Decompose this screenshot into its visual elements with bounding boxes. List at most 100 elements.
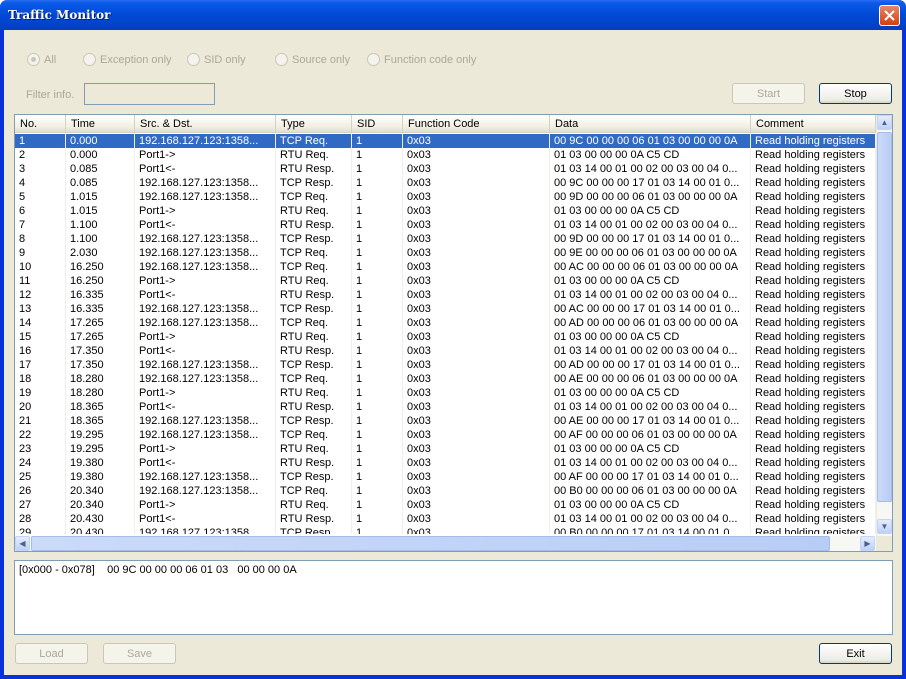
cell-comment: Read holding registers — [751, 358, 876, 372]
cell-data: 01 03 00 00 00 0A C5 CD — [550, 330, 751, 344]
vertical-scroll-thumb[interactable] — [877, 132, 892, 502]
cell-comment: Read holding registers — [751, 498, 876, 512]
cell-time: 0.085 — [66, 176, 135, 190]
cell-comment: Read holding registers — [751, 428, 876, 442]
column-header-function-code[interactable]: Function Code — [403, 115, 550, 133]
table-row[interactable]: 3 0.085 Port1<- RTU Resp. 1 0x03 01 03 14 00 0… — [15, 162, 876, 176]
cell-comment: Read holding registers — [751, 260, 876, 274]
vertical-scrollbar[interactable]: ▲ ▼ — [876, 115, 892, 536]
radio-sid-only[interactable]: SID only — [187, 53, 246, 66]
table-row[interactable]: 10 16.250 192.168.127.123:1358... TCP Req. 1… — [15, 260, 876, 274]
cell-sid: 1 — [352, 470, 403, 484]
column-header-sid[interactable]: SID — [352, 115, 403, 133]
table-row[interactable]: 29 20.430 192.168.127.123:1358... TCP Resp.… — [15, 526, 876, 534]
table-row[interactable]: 26 20.340 192.168.127.123:1358... TCP Req. 1… — [15, 484, 876, 498]
cell-type: RTU Resp. — [276, 288, 352, 302]
table-row[interactable]: 2 0.000 Port1-> RTU Req. 1 0x03 01 03 00 00 00… — [15, 148, 876, 162]
table-row[interactable]: 12 16.335 Port1<- RTU Resp. 1 0x03 01 03 14 00… — [15, 288, 876, 302]
cell-type: RTU Resp. — [276, 218, 352, 232]
cell-function-code: 0x03 — [403, 302, 550, 316]
table-row[interactable]: 7 1.100 Port1<- RTU Resp. 1 0x03 01 03 14 00 0… — [15, 218, 876, 232]
cell-function-code: 0x03 — [403, 456, 550, 470]
table-row[interactable]: 18 18.280 192.168.127.123:1358... TCP Req. 1… — [15, 372, 876, 386]
table-row[interactable]: 5 1.015 192.168.127.123:1358... TCP Req. 1 0x… — [15, 190, 876, 204]
scroll-up-button[interactable]: ▲ — [877, 115, 892, 130]
table-row[interactable]: 23 19.295 Port1-> RTU Req. 1 0x03 01 03 00 00 … — [15, 442, 876, 456]
radio-label: Function code only — [384, 53, 477, 66]
table-row[interactable]: 21 18.365 192.168.127.123:1358... TCP Resp.… — [15, 414, 876, 428]
horizontal-scrollbar[interactable]: ◀ ▶ — [15, 536, 876, 551]
radio-source-only[interactable]: Source only — [275, 53, 350, 66]
table-row[interactable]: 15 17.265 Port1-> RTU Req. 1 0x03 01 03 00 00 … — [15, 330, 876, 344]
cell-type: RTU Resp. — [276, 456, 352, 470]
radio-exception-only[interactable]: Exception only — [83, 53, 172, 66]
cell-function-code: 0x03 — [403, 134, 550, 148]
cell-sid: 1 — [352, 442, 403, 456]
table-row[interactable]: 24 19.380 Port1<- RTU Resp. 1 0x03 01 03 14 00… — [15, 456, 876, 470]
table-row[interactable]: 20 18.365 Port1<- RTU Resp. 1 0x03 01 03 14 00… — [15, 400, 876, 414]
column-header-no[interactable]: No. — [15, 115, 66, 133]
cell-data: 01 03 00 00 00 0A C5 CD — [550, 386, 751, 400]
close-button[interactable] — [879, 5, 900, 26]
table-row[interactable]: 27 20.340 Port1-> RTU Req. 1 0x03 01 03 00 00 … — [15, 498, 876, 512]
table-body: 1 0.000 192.168.127.123:1358... TCP Req. 1 0x… — [15, 134, 876, 534]
horizontal-scroll-thumb[interactable] — [31, 536, 830, 551]
cell-type: RTU Req. — [276, 274, 352, 288]
cell-time: 17.265 — [66, 316, 135, 330]
stop-button[interactable]: Stop — [819, 83, 892, 104]
table-row[interactable]: 14 17.265 192.168.127.123:1358... TCP Req. 1… — [15, 316, 876, 330]
scroll-right-button[interactable]: ▶ — [860, 536, 875, 551]
cell-time: 1.100 — [66, 232, 135, 246]
cell-no: 19 — [15, 386, 66, 400]
column-header-type[interactable]: Type — [276, 115, 352, 133]
cell-data: 00 9C 00 00 00 06 01 03 00 00 00 0A — [550, 134, 751, 148]
title-bar[interactable]: Traffic Monitor — [0, 0, 906, 30]
table-row[interactable]: 1 0.000 192.168.127.123:1358... TCP Req. 1 0x… — [15, 134, 876, 148]
cell-no: 28 — [15, 512, 66, 526]
cell-no: 12 — [15, 288, 66, 302]
table-row[interactable]: 13 16.335 192.168.127.123:1358... TCP Resp.… — [15, 302, 876, 316]
table-row[interactable]: 4 0.085 192.168.127.123:1358... TCP Resp. 1 0… — [15, 176, 876, 190]
table-row[interactable]: 22 19.295 192.168.127.123:1358... TCP Req. 1… — [15, 428, 876, 442]
cell-type: RTU Req. — [276, 386, 352, 400]
cell-type: TCP Resp. — [276, 414, 352, 428]
cell-no: 24 — [15, 456, 66, 470]
cell-data: 00 9E 00 00 00 06 01 03 00 00 00 0A — [550, 246, 751, 260]
radio-function-code-only[interactable]: Function code only — [367, 53, 476, 66]
table-row[interactable]: 19 18.280 Port1-> RTU Req. 1 0x03 01 03 00 00 … — [15, 386, 876, 400]
table-row[interactable]: 8 1.100 192.168.127.123:1358... TCP Resp. 1 0… — [15, 232, 876, 246]
table-row[interactable]: 11 16.250 Port1-> RTU Req. 1 0x03 01 03 00 00 … — [15, 274, 876, 288]
table-row[interactable]: 25 19.380 192.168.127.123:1358... TCP Resp.… — [15, 470, 876, 484]
radio-all[interactable]: All — [27, 53, 56, 66]
column-header-src-dst[interactable]: Src. & Dst. — [135, 115, 276, 133]
exit-button[interactable]: Exit — [819, 643, 892, 664]
scroll-down-button[interactable]: ▼ — [877, 519, 892, 534]
table-row[interactable]: 16 17.350 Port1<- RTU Resp. 1 0x03 01 03 14 00… — [15, 344, 876, 358]
table-row[interactable]: 9 2.030 192.168.127.123:1358... TCP Req. 1 0x… — [15, 246, 876, 260]
column-header-comment[interactable]: Comment — [751, 115, 876, 133]
cell-data: 00 9D 00 00 00 17 01 03 14 00 01 0... — [550, 232, 751, 246]
load-button[interactable]: Load — [15, 643, 88, 664]
scroll-left-button[interactable]: ◀ — [15, 536, 30, 551]
column-header-time[interactable]: Time — [66, 115, 135, 133]
cell-data: 00 B0 00 00 00 17 01 03 14 00 01 0... — [550, 526, 751, 534]
cell-data: 01 03 00 00 00 0A C5 CD — [550, 274, 751, 288]
cell-type: RTU Resp. — [276, 344, 352, 358]
cell-comment: Read holding registers — [751, 218, 876, 232]
column-header-data[interactable]: Data — [550, 115, 751, 133]
cell-type: TCP Resp. — [276, 176, 352, 190]
table-row[interactable]: 6 1.015 Port1-> RTU Req. 1 0x03 01 03 00 00 00… — [15, 204, 876, 218]
filter-info-input[interactable] — [84, 83, 215, 105]
packet-detail-panel[interactable]: [0x000 - 0x078] 00 9C 00 00 00 06 01 03 … — [14, 560, 893, 635]
table-row[interactable]: 28 20.430 Port1<- RTU Resp. 1 0x03 01 03 14 00… — [15, 512, 876, 526]
cell-time: 16.335 — [66, 302, 135, 316]
cell-comment: Read holding registers — [751, 442, 876, 456]
cell-time: 17.265 — [66, 330, 135, 344]
cell-time: 16.250 — [66, 274, 135, 288]
cell-no: 20 — [15, 400, 66, 414]
cell-src-dst: Port1<- — [135, 512, 276, 526]
table-row[interactable]: 17 17.350 192.168.127.123:1358... TCP Resp.… — [15, 358, 876, 372]
cell-data: 00 AF 00 00 00 06 01 03 00 00 00 0A — [550, 428, 751, 442]
save-button[interactable]: Save — [103, 643, 176, 664]
start-button[interactable]: Start — [732, 83, 805, 104]
